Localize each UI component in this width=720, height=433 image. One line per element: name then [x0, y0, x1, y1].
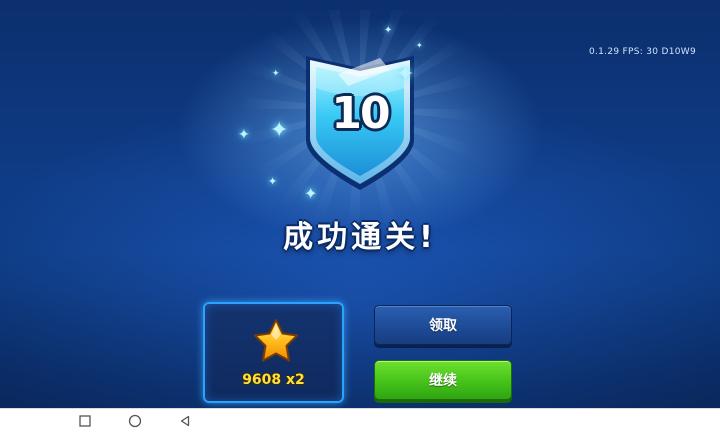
continue-button[interactable]: 继续: [374, 360, 512, 400]
sparkle-icon: ✦: [272, 69, 280, 79]
sparkle-icon: ✦: [396, 62, 415, 87]
recent-apps-icon[interactable]: [77, 413, 93, 429]
sparkle-icon: ✦: [416, 41, 423, 50]
back-icon[interactable]: [177, 413, 193, 429]
sparkle-icon: ✦: [270, 118, 289, 143]
ground-shade: [0, 250, 720, 408]
reward-amount: 9608 x2: [242, 372, 305, 388]
system-nav-bar: [0, 408, 720, 433]
reward-card: 9608 x2: [203, 302, 344, 403]
badge-level-number: 10: [331, 88, 390, 139]
debug-hud: 0.1.29 FPS: 30 D10W9: [588, 47, 696, 57]
game-scene: 0.1.29 FPS: 30 D10W9 10 ✦ ✦ ✦ ✦ ✦ ✦ ✦ ✦ …: [0, 0, 720, 408]
claim-button[interactable]: 领取: [374, 305, 512, 345]
claim-button-label: 领取: [429, 318, 457, 334]
continue-button-label: 继续: [429, 373, 457, 389]
sparkle-icon: ✦: [384, 25, 393, 36]
star-icon: [253, 318, 299, 364]
sparkle-icon: ✦: [268, 175, 278, 188]
sparkle-icon: ✦: [304, 184, 318, 203]
stage-clear-title: 成功通关!: [283, 220, 437, 255]
sparkle-icon: ✦: [238, 127, 250, 143]
home-icon[interactable]: [127, 413, 143, 429]
